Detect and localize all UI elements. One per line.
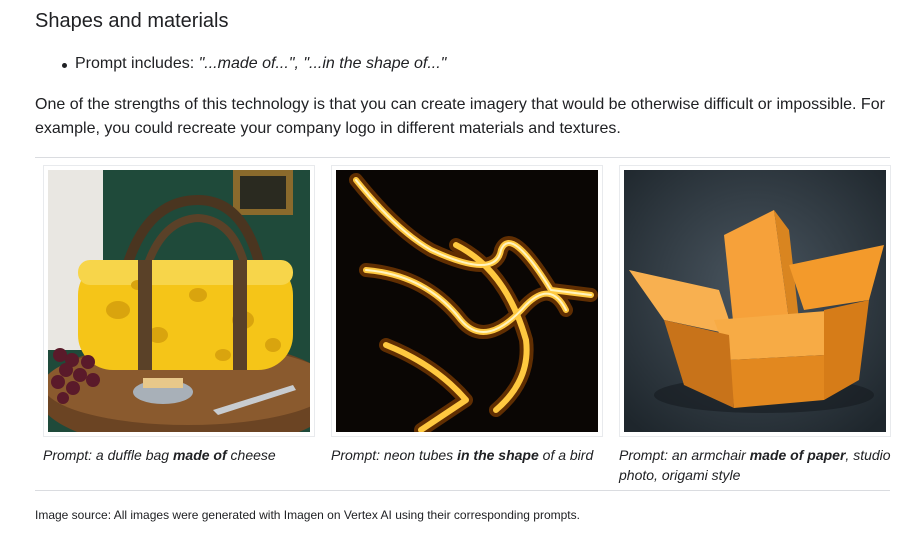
figure-caption: Prompt: a duffle bag made of cheese: [43, 447, 276, 463]
figure-cheese-bag: Prompt: a duffle bag made of cheese: [43, 165, 315, 465]
prompt-keywords-list: Prompt includes: "...made of...", "...in…: [60, 55, 446, 73]
bullet-prefix: Prompt includes:: [75, 55, 199, 72]
duffle-bag-image: [48, 170, 310, 432]
image-frame: [331, 165, 603, 437]
neon-bird-image: [336, 170, 598, 432]
image-frame: [43, 165, 315, 437]
section-heading: Shapes and materials: [35, 10, 229, 32]
figure-paper-armchair: Prompt: an armchair made of paper, studi…: [619, 165, 891, 485]
bullet-examples: "...made of...", "...in the shape of...": [198, 55, 447, 72]
image-frame: [619, 165, 891, 437]
figure-caption: Prompt: neon tubes in the shape of a bir…: [331, 447, 594, 463]
divider: [35, 157, 890, 158]
image-source-note: Image source: All images were generated …: [35, 508, 580, 522]
list-item: Prompt includes: "...made of...", "...in…: [60, 55, 446, 73]
divider: [35, 490, 890, 491]
paper-armchair-image: [624, 170, 886, 432]
figure-neon-bird: Prompt: neon tubes in the shape of a bir…: [331, 165, 603, 465]
intro-paragraph: One of the strengths of this technology …: [35, 96, 885, 137]
figure-caption: Prompt: an armchair made of paper, studi…: [619, 447, 891, 483]
